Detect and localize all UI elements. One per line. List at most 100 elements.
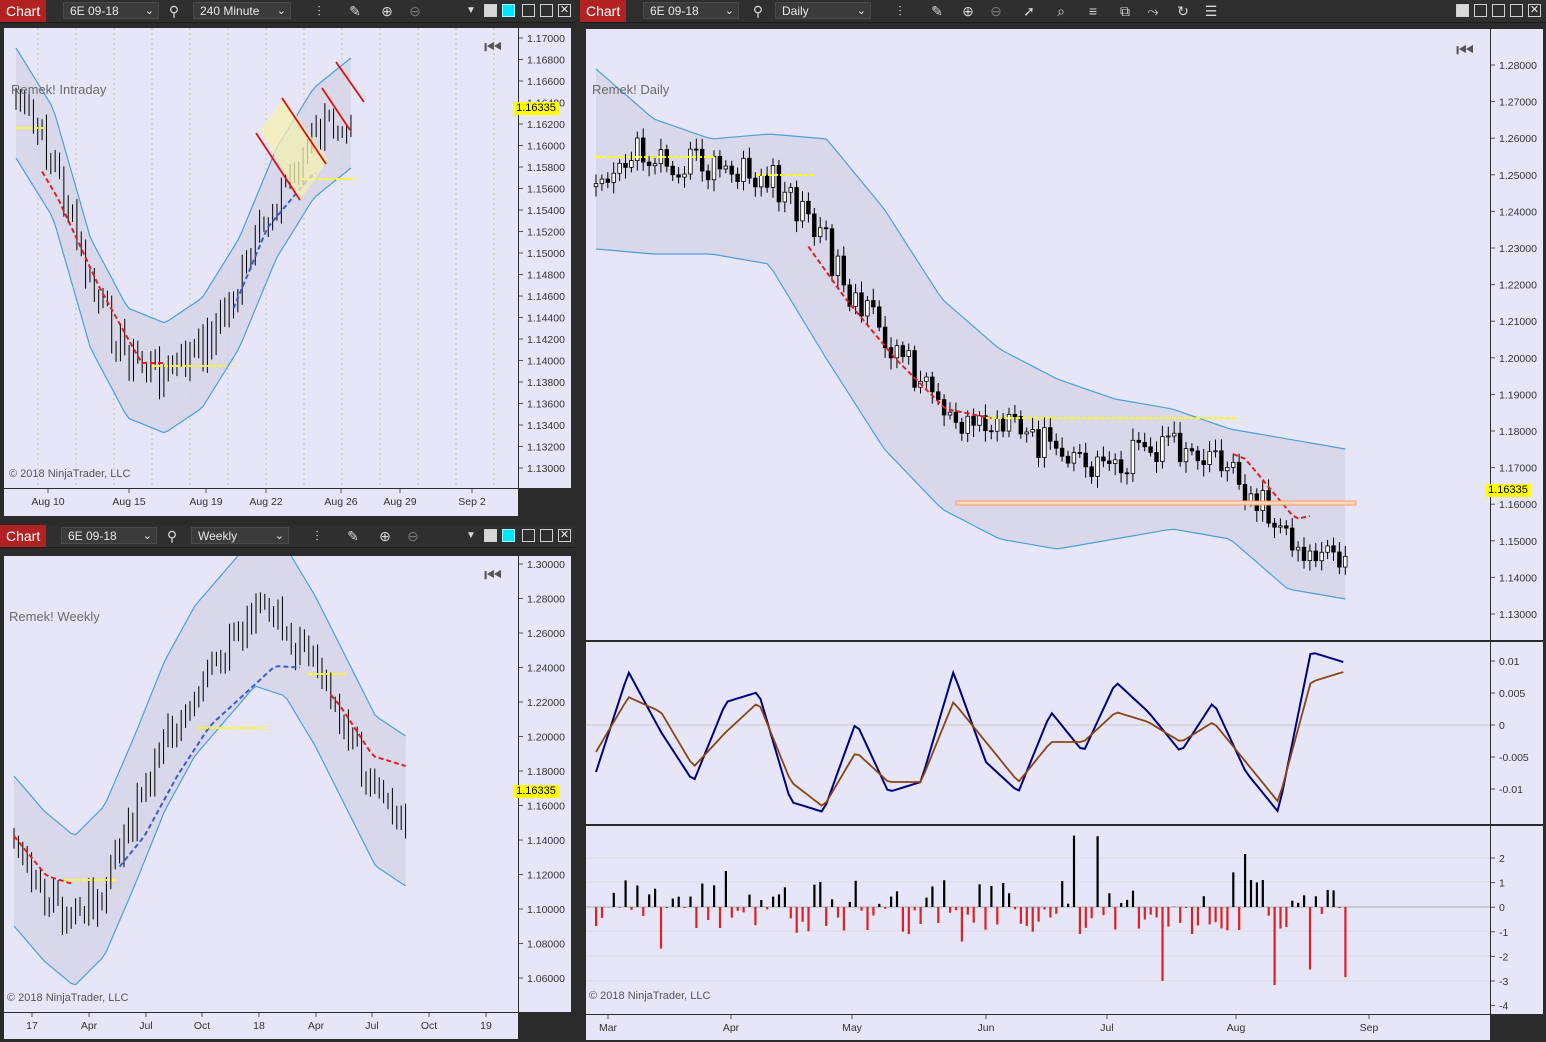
price-candle-body — [989, 430, 994, 433]
histogram-bar — [624, 880, 627, 907]
histogram-bar — [1179, 907, 1182, 923]
indicators-icon[interactable]: ≡ — [1082, 1, 1104, 21]
window-option-button[interactable] — [484, 529, 497, 542]
chart-menu-button[interactable]: Chart — [0, 525, 47, 547]
histogram-bar — [1314, 896, 1317, 907]
axis-tick-label: Mar — [599, 1022, 618, 1034]
price-candle-body — [1231, 461, 1236, 468]
window-option-button[interactable] — [484, 4, 497, 17]
instrument-selector[interactable]: 6E 09-18 ⌄ — [63, 2, 159, 19]
histogram-bar — [931, 886, 934, 907]
pencil-icon[interactable]: ✎ — [926, 1, 948, 21]
bar-style-icon[interactable]: ⫶ — [308, 1, 330, 21]
dropdown-arrow-icon[interactable]: ▼ — [460, 526, 482, 546]
price-candle-body — [1059, 447, 1065, 457]
minimize-button[interactable] — [522, 4, 535, 17]
pointer-icon[interactable]: ➚ — [1018, 1, 1040, 21]
strategies-icon[interactable]: ⧉ — [1114, 1, 1136, 21]
instrument-selector[interactable]: 6E 09-18 ⌄ — [643, 2, 739, 19]
search-icon[interactable]: ⚲ — [747, 1, 769, 21]
histogram-bar — [1078, 907, 1081, 935]
histogram-panel[interactable]: © 2018 NinjaTrader, LLC — [586, 826, 1490, 1014]
close-button[interactable]: ✕ — [1528, 4, 1541, 17]
daily-price-panel[interactable]: Remek! Daily ⏮ — [586, 29, 1490, 640]
oscillator-axis[interactable]: 0.01 0.005 0 -0.005 -0.01 — [1491, 642, 1543, 824]
price-candle-body — [1183, 448, 1189, 463]
data-box-icon[interactable]: ⌕ — [1050, 1, 1072, 21]
link-color-button[interactable] — [502, 4, 515, 17]
histogram-bar — [1344, 907, 1347, 978]
pencil-icon[interactable]: ✎ — [342, 526, 364, 546]
weekly-price-panel[interactable]: Remek! Weekly © 2018 NinjaTrader, LLC ⏮ — [4, 556, 518, 1012]
daily-time-axis[interactable]: Mar Apr May Jun Jul Aug Sep — [586, 1015, 1490, 1040]
maximize-button[interactable] — [540, 529, 553, 542]
interval-selector[interactable]: 240 Minute ⌄ — [193, 2, 291, 19]
close-button[interactable]: ✕ — [558, 529, 571, 542]
interval-selector[interactable]: Daily ⌄ — [775, 2, 871, 19]
intraday-time-axis[interactable]: Aug 10 Aug 15 Aug 19 Aug 22 Aug 26 Aug 29 Sep … — [4, 489, 518, 516]
histogram-bar — [677, 896, 680, 907]
scroll-to-end-icon[interactable]: ⏮ — [482, 566, 504, 586]
intraday-price-axis[interactable]: 1.170001.168001.166001.164001.162001.160… — [513, 28, 571, 488]
price-candle-body — [1101, 456, 1106, 462]
maximize-button[interactable] — [540, 4, 553, 17]
axis-tick-label: 1.23000 — [1499, 243, 1537, 255]
price-candle-body — [1319, 551, 1324, 562]
histogram-bar — [1190, 907, 1194, 934]
price-candle-body — [629, 160, 634, 168]
price-candle-body — [817, 227, 823, 238]
scroll-to-end-icon[interactable]: ⏮ — [482, 38, 504, 58]
price-candle-body — [894, 345, 900, 359]
instrument-selector[interactable]: 6E 09-18 ⌄ — [61, 527, 157, 544]
properties-icon[interactable]: ☰ — [1200, 1, 1222, 21]
axis-tick-label: 1.13000 — [1499, 609, 1537, 621]
histogram-bar — [1214, 907, 1217, 923]
axis-tick-label: Oct — [421, 1020, 437, 1032]
interval-selector[interactable]: Weekly ⌄ — [191, 527, 289, 544]
search-icon[interactable]: ⚲ — [161, 526, 183, 546]
price-candle-body — [1313, 550, 1318, 562]
histogram-bar — [1137, 907, 1140, 929]
daily-price-axis[interactable]: 1.28000 1.27000 1.26000 1.25000 1.24000 1.230… — [1485, 29, 1543, 640]
price-candle-body — [959, 421, 964, 434]
oscillator-panel[interactable] — [586, 642, 1490, 824]
intraday-price-panel[interactable]: Remek! Intraday © 2018 NinjaTrader, LLC … — [4, 28, 518, 488]
minimize-button[interactable] — [1492, 4, 1505, 17]
window-option-button[interactable] — [1456, 4, 1469, 17]
weekly-time-axis[interactable]: 17 Apr Jul Oct 18 Apr Jul Oct 19 — [4, 1013, 518, 1039]
weekly-price-axis[interactable]: 1.30000 1.28000 1.26000 1.24000 1.22000 1.200… — [513, 556, 571, 1012]
axis-tick-label: Sep — [1360, 1022, 1379, 1034]
zoom-in-icon[interactable]: ⊕ — [957, 1, 979, 21]
chart-menu-button[interactable]: Chart — [0, 0, 47, 22]
histogram-axis[interactable]: 2 1 0 -1 -2 -3 -4 — [1491, 826, 1543, 1014]
maximize-button[interactable] — [1510, 4, 1523, 17]
refresh-icon[interactable]: ↻ — [1172, 1, 1194, 21]
histogram-bar — [1244, 854, 1247, 907]
axis-tick-label: 1.14600 — [527, 291, 565, 303]
histogram-bar — [1126, 899, 1129, 907]
close-button[interactable]: ✕ — [558, 4, 571, 17]
search-icon[interactable]: ⚲ — [163, 1, 185, 21]
bar-style-icon[interactable]: ⫶ — [306, 526, 328, 546]
pencil-icon[interactable]: ✎ — [344, 1, 366, 21]
price-candle-body — [965, 415, 970, 434]
zoom-out-icon[interactable]: ⊖ — [404, 1, 426, 21]
chart-trader-icon[interactable]: ⤳ — [1142, 1, 1164, 21]
price-candle-body — [930, 376, 935, 393]
zoom-in-icon[interactable]: ⊕ — [374, 526, 396, 546]
dropdown-arrow-icon[interactable]: ▼ — [460, 1, 482, 21]
histogram-bar — [1067, 903, 1070, 907]
link-button[interactable] — [1474, 4, 1487, 17]
axis-tick-label: Jul — [365, 1020, 378, 1032]
price-candle-body — [1089, 466, 1094, 477]
minimize-button[interactable] — [522, 529, 535, 542]
chart-menu-button[interactable]: Chart — [580, 0, 627, 22]
zoom-out-icon[interactable]: ⊖ — [985, 1, 1007, 21]
zoom-in-icon[interactable]: ⊕ — [376, 1, 398, 21]
oscillator-fast-line — [595, 652, 1344, 814]
price-candle-body — [906, 350, 911, 358]
scroll-to-end-icon[interactable]: ⏮ — [1454, 41, 1476, 61]
bar-style-icon[interactable]: ⫶ — [889, 1, 911, 21]
link-color-button[interactable] — [502, 529, 515, 542]
zoom-out-icon[interactable]: ⊖ — [402, 526, 424, 546]
